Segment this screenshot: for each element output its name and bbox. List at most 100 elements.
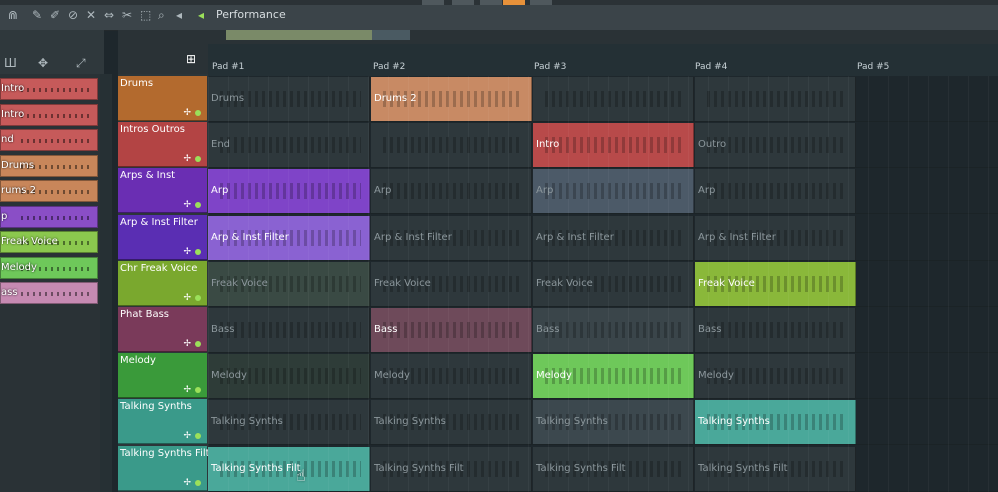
- clip[interactable]: Melody: [695, 354, 856, 399]
- clip[interactable]: Freak Voice: [695, 261, 856, 306]
- track-enable-led[interactable]: [195, 479, 201, 486]
- track-header[interactable]: Phat Bass ✢: [118, 307, 207, 352]
- clip[interactable]: Arp & Inst Filter: [208, 215, 370, 260]
- pad-label[interactable]: Pad #2: [373, 62, 405, 72]
- clip[interactable]: Freak Voice: [533, 261, 694, 306]
- clip[interactable]: Bass: [533, 308, 694, 352]
- list-icon[interactable]: Ш: [4, 56, 17, 70]
- brush-icon[interactable]: ✐: [50, 8, 60, 22]
- clip[interactable]: Freak Voice: [371, 261, 532, 306]
- clip-source-item[interactable]: Melody: [0, 256, 98, 279]
- pad-label[interactable]: Pad #1: [212, 62, 244, 72]
- clip[interactable]: Bass: [371, 308, 532, 352]
- track-control-icon[interactable]: ✢: [183, 478, 191, 488]
- pad-label[interactable]: Pad #3: [534, 62, 566, 72]
- track-header[interactable]: Chr Freak Voice ✢: [118, 260, 207, 306]
- timeline-overview[interactable]: [208, 30, 998, 44]
- playback-icon[interactable]: ◂: [176, 8, 182, 22]
- clip[interactable]: Arp: [208, 169, 370, 214]
- clip[interactable]: Talking Synths Filt: [533, 446, 694, 491]
- clip[interactable]: Freak Voice: [208, 261, 370, 306]
- clip[interactable]: Arp: [695, 169, 856, 214]
- clip[interactable]: Talking Synths: [208, 400, 370, 445]
- track-header[interactable]: Arps & Inst ✢: [118, 168, 207, 214]
- clip[interactable]: Arp & Inst Filter: [533, 215, 694, 260]
- zoom-icon[interactable]: ⌕: [158, 8, 165, 23]
- track-header[interactable]: Arp & Inst Filter ✢: [118, 214, 207, 260]
- track-control-icon[interactable]: ✢: [183, 154, 191, 164]
- clip[interactable]: Talking Synths: [533, 400, 694, 445]
- track-control-icon[interactable]: ✢: [183, 385, 191, 395]
- clip[interactable]: Intro: [533, 123, 694, 168]
- track-header[interactable]: Intros Outros ✢: [118, 122, 207, 168]
- clip[interactable]: Arp & Inst Filter: [695, 215, 856, 260]
- toolbar-button[interactable]: [422, 0, 444, 5]
- track-header[interactable]: Drums ✢: [118, 76, 207, 121]
- track-header[interactable]: Talking Synths Filt ✢: [118, 445, 210, 491]
- track-enable-led[interactable]: [195, 433, 201, 440]
- split-icon[interactable]: ✥: [38, 56, 48, 70]
- magnet-icon[interactable]: ⋒: [8, 8, 18, 22]
- pad-label[interactable]: Pad #5: [857, 62, 889, 72]
- track-control-icon[interactable]: ✢: [183, 339, 191, 349]
- toolbar-button[interactable]: [480, 0, 502, 5]
- clip[interactable]: Drums 2: [371, 77, 532, 121]
- clip[interactable]: Arp: [533, 169, 694, 214]
- track-enable-led[interactable]: [195, 294, 201, 301]
- clip[interactable]: Melody: [208, 354, 370, 399]
- clip[interactable]: Melody: [533, 354, 694, 399]
- performance-icon[interactable]: ◂: [198, 8, 204, 22]
- clip-source-item[interactable]: ass: [0, 282, 98, 304]
- slip-icon[interactable]: ⇔: [104, 8, 114, 22]
- track-enable-led[interactable]: [195, 110, 201, 116]
- toolbar-button[interactable]: [530, 0, 552, 5]
- clip[interactable]: Arp: [371, 169, 532, 214]
- delete-icon[interactable]: ⊘: [68, 8, 78, 22]
- track-enable-led[interactable]: [195, 387, 201, 394]
- track-enable-led[interactable]: [195, 341, 201, 347]
- track-enable-led[interactable]: [195, 248, 201, 255]
- clip[interactable]: Talking Synths: [371, 400, 532, 445]
- track-header[interactable]: Melody ✢: [118, 353, 207, 399]
- track-control-icon[interactable]: ✢: [183, 200, 191, 210]
- clip[interactable]: [695, 77, 856, 121]
- clip-source-item[interactable]: rums 2: [0, 180, 98, 202]
- track-control-icon[interactable]: ✢: [183, 293, 191, 303]
- timeline-region[interactable]: [372, 30, 410, 40]
- slice-icon[interactable]: ✂: [122, 8, 132, 22]
- clip-source-item[interactable]: Drums: [0, 154, 98, 177]
- link-icon[interactable]: ⤢: [76, 56, 86, 71]
- clip[interactable]: Melody: [371, 354, 532, 399]
- clip-source-item[interactable]: nd: [0, 129, 98, 151]
- toolbar-button[interactable]: [452, 0, 474, 5]
- track-enable-led[interactable]: [195, 156, 201, 163]
- track-control-icon[interactable]: ✢: [183, 247, 191, 257]
- clip-source-item[interactable]: Intro: [0, 78, 98, 100]
- timeline-region[interactable]: [226, 30, 372, 40]
- clip[interactable]: [533, 77, 694, 121]
- clip[interactable]: Bass: [695, 308, 856, 352]
- clip[interactable]: Talking Synths: [695, 400, 856, 445]
- select-icon[interactable]: ⬚: [140, 8, 151, 22]
- clip[interactable]: Bass: [208, 308, 370, 352]
- clip[interactable]: Talking Synths Filt: [208, 446, 370, 491]
- pad-label[interactable]: Pad #4: [695, 62, 727, 72]
- clip-source-item[interactable]: Intro: [0, 103, 98, 126]
- toolbar-record-button[interactable]: [503, 0, 525, 5]
- clip[interactable]: Outro: [695, 123, 856, 168]
- track-header[interactable]: Talking Synths ✢: [118, 399, 207, 445]
- clip[interactable]: Arp & Inst Filter: [371, 215, 532, 260]
- clip[interactable]: Talking Synths Filt: [695, 446, 856, 491]
- track-control-icon[interactable]: ✢: [183, 108, 191, 118]
- clip[interactable]: [371, 123, 532, 168]
- clip-source-item[interactable]: p: [0, 205, 98, 228]
- clip-source-item[interactable]: Freak Voice: [0, 231, 98, 253]
- track-control-icon[interactable]: ✢: [183, 431, 191, 441]
- pencil-icon[interactable]: ✎: [32, 8, 42, 22]
- clip[interactable]: Drums: [208, 77, 370, 121]
- clip[interactable]: End: [208, 123, 370, 168]
- track-enable-led[interactable]: [195, 202, 201, 209]
- add-track-icon[interactable]: ⊞: [186, 52, 196, 66]
- scrollbar[interactable]: [100, 74, 112, 492]
- mute-icon[interactable]: ✕: [86, 8, 96, 22]
